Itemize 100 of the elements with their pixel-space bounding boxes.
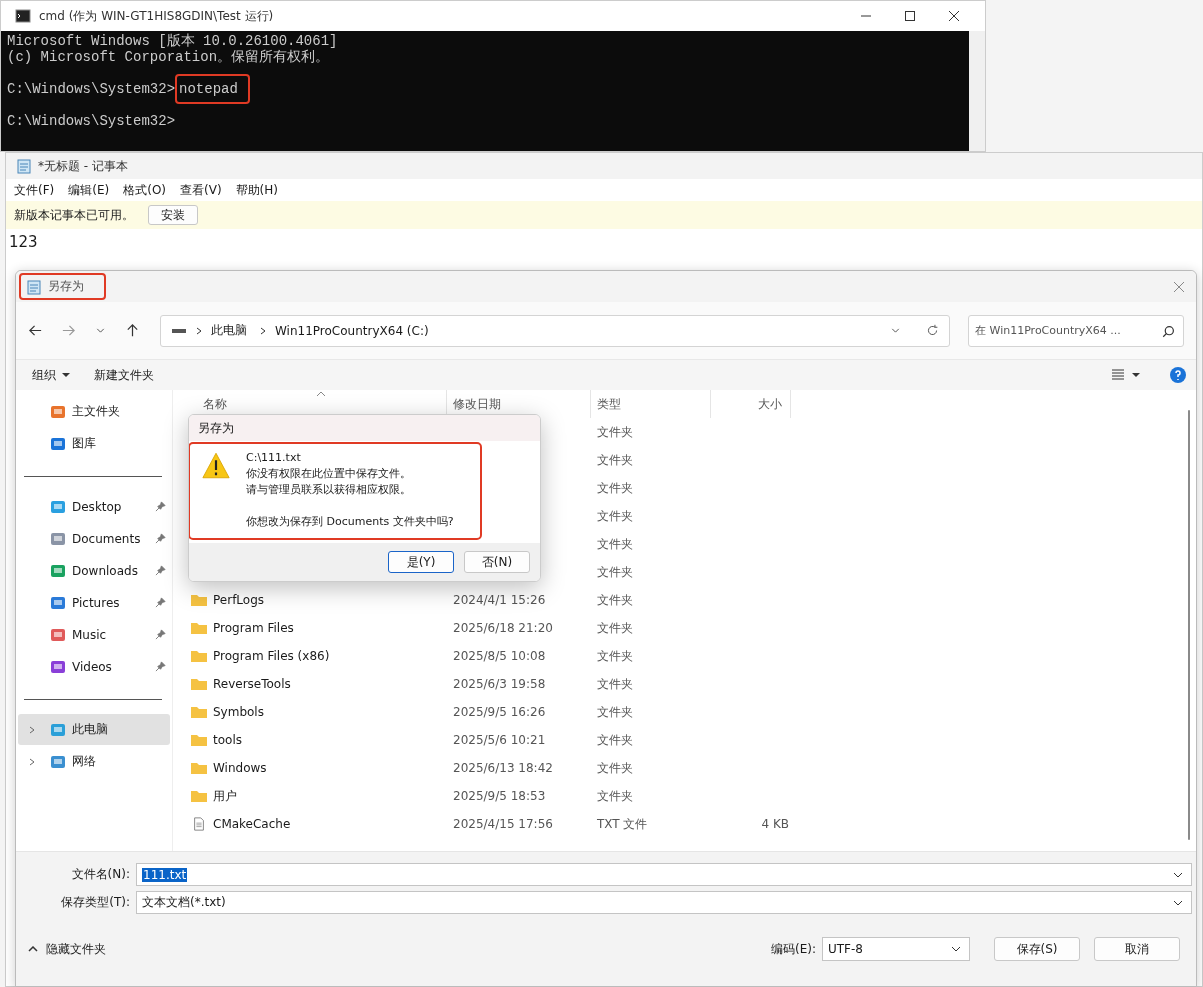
folder-icon xyxy=(191,649,207,663)
refresh-icon[interactable] xyxy=(926,324,939,337)
back-icon[interactable] xyxy=(28,323,43,338)
sidebar-item[interactable]: 网络 xyxy=(18,746,170,777)
install-button[interactable]: 安装 xyxy=(148,205,198,225)
field-label: 文件名(N): xyxy=(70,866,131,883)
field-label: 保存类型(T): xyxy=(60,894,131,911)
toolbar-button[interactable]: 组织 xyxy=(24,364,78,386)
chevron-down-icon[interactable] xyxy=(1173,899,1183,906)
message-text: 请与管理员联系以获得相应权限。 xyxy=(246,482,412,498)
message-text: 你想改为保存到 Documents 文件夹中吗? xyxy=(246,514,454,530)
chevron-right-icon[interactable] xyxy=(28,757,36,766)
chevron-up-icon xyxy=(28,946,38,952)
sidebar-item[interactable]: Videos xyxy=(18,651,170,682)
console-command: notepad xyxy=(175,74,250,104)
folder-icon xyxy=(191,677,207,691)
menu-item[interactable]: 查看(V) xyxy=(180,181,222,199)
hide-folders-toggle[interactable]: 隐藏文件夹 xyxy=(24,938,110,960)
encoding-dropdown[interactable]: UTF-8 xyxy=(822,937,970,961)
sort-icon xyxy=(317,391,325,396)
chevron-down-icon[interactable] xyxy=(1173,871,1183,878)
column-header[interactable]: 类型 xyxy=(591,390,711,418)
file-name[interactable]: 用户 xyxy=(213,787,237,805)
view-menu-icon[interactable] xyxy=(1112,369,1140,381)
scrollbar[interactable] xyxy=(969,31,985,151)
pin-icon[interactable] xyxy=(155,597,166,608)
file-name[interactable]: ReverseTools xyxy=(213,677,291,691)
chevron-right-icon[interactable] xyxy=(28,725,36,734)
notepad-icon xyxy=(16,158,32,174)
search-field[interactable]: 在 Win11ProCountryX64 ... xyxy=(968,314,1184,347)
sidebar-item[interactable]: Documents xyxy=(18,523,170,554)
close-icon[interactable] xyxy=(949,11,959,21)
message-text: 你没有权限在此位置中保存文件。 xyxy=(246,466,412,482)
notepad-icon xyxy=(26,278,42,295)
up-icon[interactable] xyxy=(125,323,140,338)
pin-icon[interactable] xyxy=(155,501,166,512)
file-type: 文件夹 xyxy=(597,759,633,777)
field-label: 编码(E): xyxy=(771,940,816,958)
file-type: 文件夹 xyxy=(597,787,633,805)
search-icon[interactable] xyxy=(1162,324,1175,338)
file-name[interactable]: PerfLogs xyxy=(213,593,265,607)
file-name[interactable]: Program Files xyxy=(213,621,294,635)
filetype-dropdown[interactable]: 文本文档(*.txt) xyxy=(136,891,1192,914)
breadcrumb-item[interactable]: 此电脑 xyxy=(211,322,247,339)
console-prompt: C:\Windows\System32> xyxy=(7,113,176,129)
sidebar-item[interactable]: Desktop xyxy=(18,491,170,522)
file-type: 文件夹 xyxy=(597,451,633,469)
scrollbar[interactable] xyxy=(1188,410,1190,840)
folder-icon xyxy=(191,621,207,635)
toolbar-button[interactable]: 新建文件夹 xyxy=(86,364,162,386)
menu-item[interactable]: 编辑(E) xyxy=(68,181,110,199)
file-type: 文件夹 xyxy=(597,479,633,497)
forward-icon[interactable] xyxy=(61,323,76,338)
file-name[interactable]: Symbols xyxy=(213,705,264,719)
file-type: 文件夹 xyxy=(597,563,633,581)
terminal-icon xyxy=(15,8,31,24)
file-type: 文件夹 xyxy=(597,647,633,665)
chevron-right-icon xyxy=(195,326,203,335)
file-name[interactable]: tools xyxy=(213,733,242,747)
file-name[interactable]: Program Files (x86) xyxy=(213,649,330,663)
pin-icon[interactable] xyxy=(155,661,166,672)
window-title: cmd (作为 WIN-GT1HIS8GDIN\Test 运行) xyxy=(39,7,274,25)
warning-icon xyxy=(202,452,230,479)
file-name[interactable]: CMakeCache xyxy=(213,817,291,831)
file-type: 文件夹 xyxy=(597,423,633,441)
document-text: 123 xyxy=(8,232,39,253)
maximize-icon[interactable] xyxy=(905,11,915,21)
sidebar-item[interactable]: Music xyxy=(18,619,170,650)
file-date: 2025/6/13 18:42 xyxy=(453,761,553,775)
column-header[interactable]: 大小 xyxy=(711,390,791,418)
dialog-button[interactable]: 否(N) xyxy=(464,551,530,573)
menu-item[interactable]: 帮助(H) xyxy=(235,181,278,199)
window-title: *无标题 - 记事本 xyxy=(38,157,128,175)
console-prompt: C:\Windows\System32> xyxy=(7,81,176,97)
filename-field[interactable]: 111.txt xyxy=(136,863,1192,886)
pin-icon[interactable] xyxy=(155,629,166,640)
folder-icon xyxy=(191,789,207,803)
pin-icon[interactable] xyxy=(155,565,166,576)
help-icon[interactable] xyxy=(1170,367,1186,383)
address-bar[interactable]: 此电脑 Win11ProCountryX64 (C:) xyxy=(160,314,950,347)
file-date: 2025/6/3 19:58 xyxy=(453,677,546,691)
console-text: Microsoft Windows [版本 10.0.26100.4061] xyxy=(7,33,338,49)
menu-item[interactable]: 文件(F) xyxy=(14,181,55,199)
pin-icon[interactable] xyxy=(155,533,166,544)
menu-item[interactable]: 格式(O) xyxy=(123,181,167,199)
sidebar-item[interactable]: 此电脑 xyxy=(18,714,170,745)
file-date: 2025/6/18 21:20 xyxy=(453,621,553,635)
dialog-button[interactable]: 取消 xyxy=(1094,937,1180,961)
dialog-button[interactable]: 是(Y) xyxy=(388,551,454,573)
dialog-title-text: 另存为 xyxy=(48,278,84,295)
sidebar-item[interactable]: Pictures xyxy=(18,587,170,618)
console-text: (c) Microsoft Corporation。保留所有权利。 xyxy=(7,49,330,65)
sidebar-item[interactable]: 图库 xyxy=(18,428,170,459)
file-type: 文件夹 xyxy=(597,675,633,693)
breadcrumb-item[interactable]: Win11ProCountryX64 (C:) xyxy=(275,323,429,338)
chevron-down-icon[interactable] xyxy=(951,946,961,952)
sidebar-item[interactable]: Downloads xyxy=(18,555,170,586)
dialog-button[interactable]: 保存(S) xyxy=(994,937,1080,961)
file-name[interactable]: Windows xyxy=(213,761,267,775)
sidebar-item[interactable]: 主文件夹 xyxy=(18,396,170,427)
